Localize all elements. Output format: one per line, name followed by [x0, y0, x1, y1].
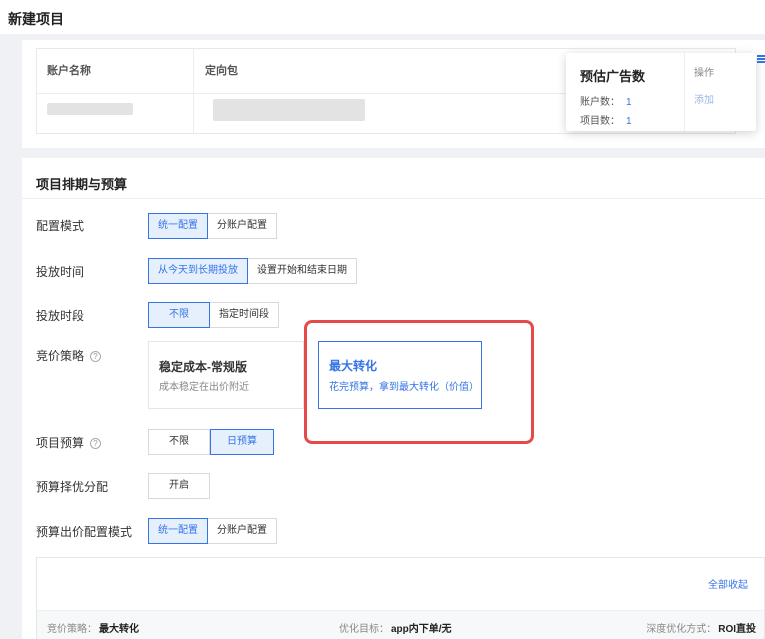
summary-panel: 全部收起 竞价策略： 最大转化 优化目标： app内下单/无 深度优化方式： ROI直… — [36, 557, 765, 639]
bid-config-mode-per-account-option[interactable]: 分账户配置 — [208, 518, 277, 544]
popover-accounts-label: 账户数： — [580, 97, 620, 108]
delivery-time-date-range-option[interactable]: 设置开始和结束日期 — [248, 258, 357, 284]
bid-config-mode-label: 预算出价配置模式 — [36, 525, 133, 539]
delivery-period-label: 投放时段 — [36, 309, 85, 323]
bid-config-mode-segmented: 统一配置 分账户配置 — [148, 518, 277, 544]
popover-projects-label: 项目数： — [580, 116, 620, 127]
strategy-card-desc: 成本稳定在出价附近 — [159, 382, 249, 393]
strategy-card-stable-cost[interactable]: 稳定成本-常规版 成本稳定在出价附近 — [148, 341, 304, 409]
column-header-targeting-package: 定向包 — [205, 65, 238, 77]
delivery-period-segmented: 不限 指定时间段 — [148, 302, 279, 328]
popover-accounts-value: 1 — [626, 97, 632, 108]
summary-goal-value: app内下单/无 — [391, 624, 452, 635]
budget-optimize-toggle: 开启 — [148, 473, 210, 499]
redacted-targeting-package — [213, 99, 365, 121]
section-title: 项目排期与预算 — [36, 177, 128, 192]
config-mode-per-account-option[interactable]: 分账户配置 — [208, 213, 277, 239]
delivery-time-segmented: 从今天到长期投放 设置开始和结束日期 — [148, 258, 357, 284]
summary-deep-value: ROI直投 — [718, 624, 756, 635]
delivery-period-specified-option[interactable]: 指定时间段 — [210, 302, 279, 328]
project-budget-label: 项目预算 — [36, 436, 85, 450]
popover-divider — [684, 53, 685, 131]
popover-projects-value: 1 — [626, 116, 632, 127]
delivery-period-unlimited-option[interactable]: 不限 — [148, 302, 210, 328]
budget-optimize-label: 预算择优分配 — [36, 480, 109, 494]
config-mode-segmented: 统一配置 分账户配置 — [148, 213, 277, 239]
config-mode-unified-option[interactable]: 统一配置 — [148, 213, 208, 239]
popover-operation-header: 操作 — [694, 68, 714, 79]
summary-optimization-goal: 优化目标： app内下单/无 — [339, 620, 452, 635]
column-header-account-name: 账户名称 — [47, 65, 91, 77]
config-mode-label: 配置模式 — [36, 219, 85, 233]
help-icon[interactable]: ? — [90, 351, 102, 362]
project-budget-daily-option[interactable]: 日预算 — [210, 429, 274, 455]
summary-goal-label: 优化目标： — [339, 624, 389, 635]
popover-title: 预估广告数 — [580, 69, 646, 84]
bid-config-mode-unified-option[interactable]: 统一配置 — [148, 518, 208, 544]
collapse-all-link[interactable]: 全部收起 — [708, 576, 748, 591]
bid-strategy-label: 竞价策略 — [36, 349, 85, 363]
popover-add-link[interactable]: 添加 — [694, 91, 714, 106]
popover-row-accounts: 账户数： 1 — [580, 93, 632, 108]
bid-strategy-label-row: 竞价策略? — [36, 347, 102, 364]
summary-deep-optimization: 深度优化方式： ROI直投 — [646, 620, 756, 635]
estimate-popover: 预估广告数 账户数： 1 项目数： 1 操作 添加 — [566, 53, 756, 131]
section-divider — [22, 198, 765, 199]
project-budget-label-row: 项目预算? — [36, 434, 102, 451]
project-budget-unlimited-option[interactable]: 不限 — [148, 429, 210, 455]
page-header: 新建项目 — [0, 0, 765, 34]
menu-icon[interactable] — [757, 55, 765, 64]
summary-deep-label: 深度优化方式： — [646, 624, 717, 635]
delivery-time-long-term-option[interactable]: 从今天到长期投放 — [148, 258, 248, 284]
page-title: 新建项目 — [8, 11, 64, 27]
column-divider — [193, 49, 194, 133]
project-budget-segmented: 不限 日预算 — [148, 429, 274, 455]
strategy-card-name: 稳定成本-常规版 — [159, 360, 247, 374]
redacted-account-name — [47, 103, 133, 115]
highlight-annotation-box — [304, 320, 534, 444]
popover-row-projects: 项目数： 1 — [580, 112, 632, 127]
summary-bid-strategy-value: 最大转化 — [99, 624, 139, 635]
help-icon[interactable]: ? — [90, 438, 102, 449]
budget-optimize-enable-button[interactable]: 开启 — [148, 473, 210, 499]
summary-bid-strategy: 竞价策略： 最大转化 — [47, 620, 139, 635]
schedule-budget-card: 项目排期与预算 配置模式 统一配置 分账户配置 投放时间 从今天到长期投放 设置… — [22, 158, 765, 639]
summary-bid-strategy-label: 竞价策略： — [47, 624, 97, 635]
summary-info-row: 竞价策略： 最大转化 优化目标： app内下单/无 深度优化方式： ROI直投 — [37, 610, 764, 639]
delivery-time-label: 投放时间 — [36, 265, 85, 279]
